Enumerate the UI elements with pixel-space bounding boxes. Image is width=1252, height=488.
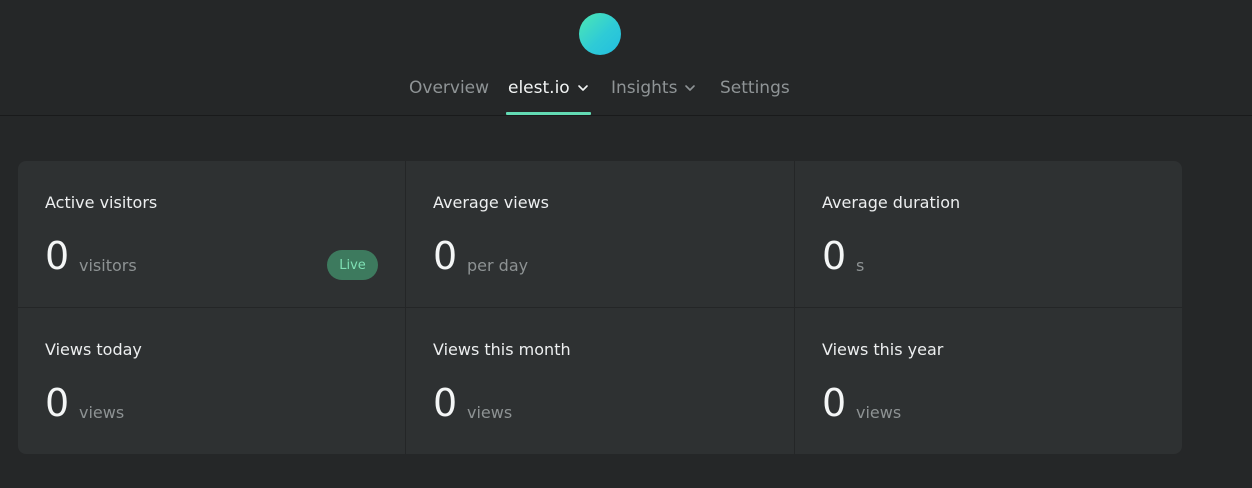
stat-value: 0 bbox=[822, 234, 847, 278]
stat-unit: views bbox=[79, 403, 125, 422]
nav-site-selector[interactable]: elest.io bbox=[506, 70, 591, 115]
stat-label: Average duration bbox=[822, 193, 961, 212]
nav-settings-label: Settings bbox=[720, 78, 790, 98]
stat-card-active-visitors: Active visitors 0 visitors Live bbox=[18, 161, 405, 307]
stat-value: 0 bbox=[45, 234, 70, 278]
nav-insights-label: Insights bbox=[611, 78, 678, 98]
logo-icon[interactable] bbox=[579, 13, 621, 55]
chevron-down-icon bbox=[577, 85, 588, 91]
stat-card-views-this-month: Views this month 0 views bbox=[406, 308, 794, 454]
stat-label: Active visitors bbox=[45, 193, 158, 212]
stat-value: 0 bbox=[822, 381, 847, 425]
stat-unit: views bbox=[467, 403, 513, 422]
stat-label: Views this month bbox=[433, 340, 571, 359]
chevron-down-icon bbox=[685, 85, 696, 91]
nav-overview[interactable]: Overview bbox=[409, 70, 489, 115]
live-badge: Live bbox=[327, 250, 378, 280]
nav-insights[interactable]: Insights bbox=[611, 70, 696, 115]
stat-unit: s bbox=[856, 256, 865, 275]
stat-unit: visitors bbox=[79, 256, 137, 275]
stat-label: Average views bbox=[433, 193, 549, 212]
top-header: Overview elest.io Insights Settings bbox=[0, 0, 1252, 116]
stat-card-views-this-year: Views this year 0 views bbox=[795, 308, 1182, 454]
stat-card-average-views: Average views 0 per day bbox=[406, 161, 794, 307]
nav-settings[interactable]: Settings bbox=[720, 70, 790, 115]
stat-card-views-today: Views today 0 views bbox=[18, 308, 405, 454]
stat-unit: views bbox=[856, 403, 902, 422]
stat-value: 0 bbox=[433, 381, 458, 425]
stat-value: 0 bbox=[433, 234, 458, 278]
nav-site-label: elest.io bbox=[508, 78, 570, 98]
nav-overview-label: Overview bbox=[409, 78, 490, 98]
stat-unit: per day bbox=[467, 256, 529, 275]
stat-label: Views today bbox=[45, 340, 142, 359]
main-nav: Overview elest.io Insights Settings bbox=[0, 70, 1252, 115]
stat-card-average-duration: Average duration 0 s bbox=[795, 161, 1182, 307]
stat-label: Views this year bbox=[822, 340, 944, 359]
stats-grid: Active visitors 0 visitors Live Average … bbox=[18, 161, 1182, 454]
stat-value: 0 bbox=[45, 381, 70, 425]
